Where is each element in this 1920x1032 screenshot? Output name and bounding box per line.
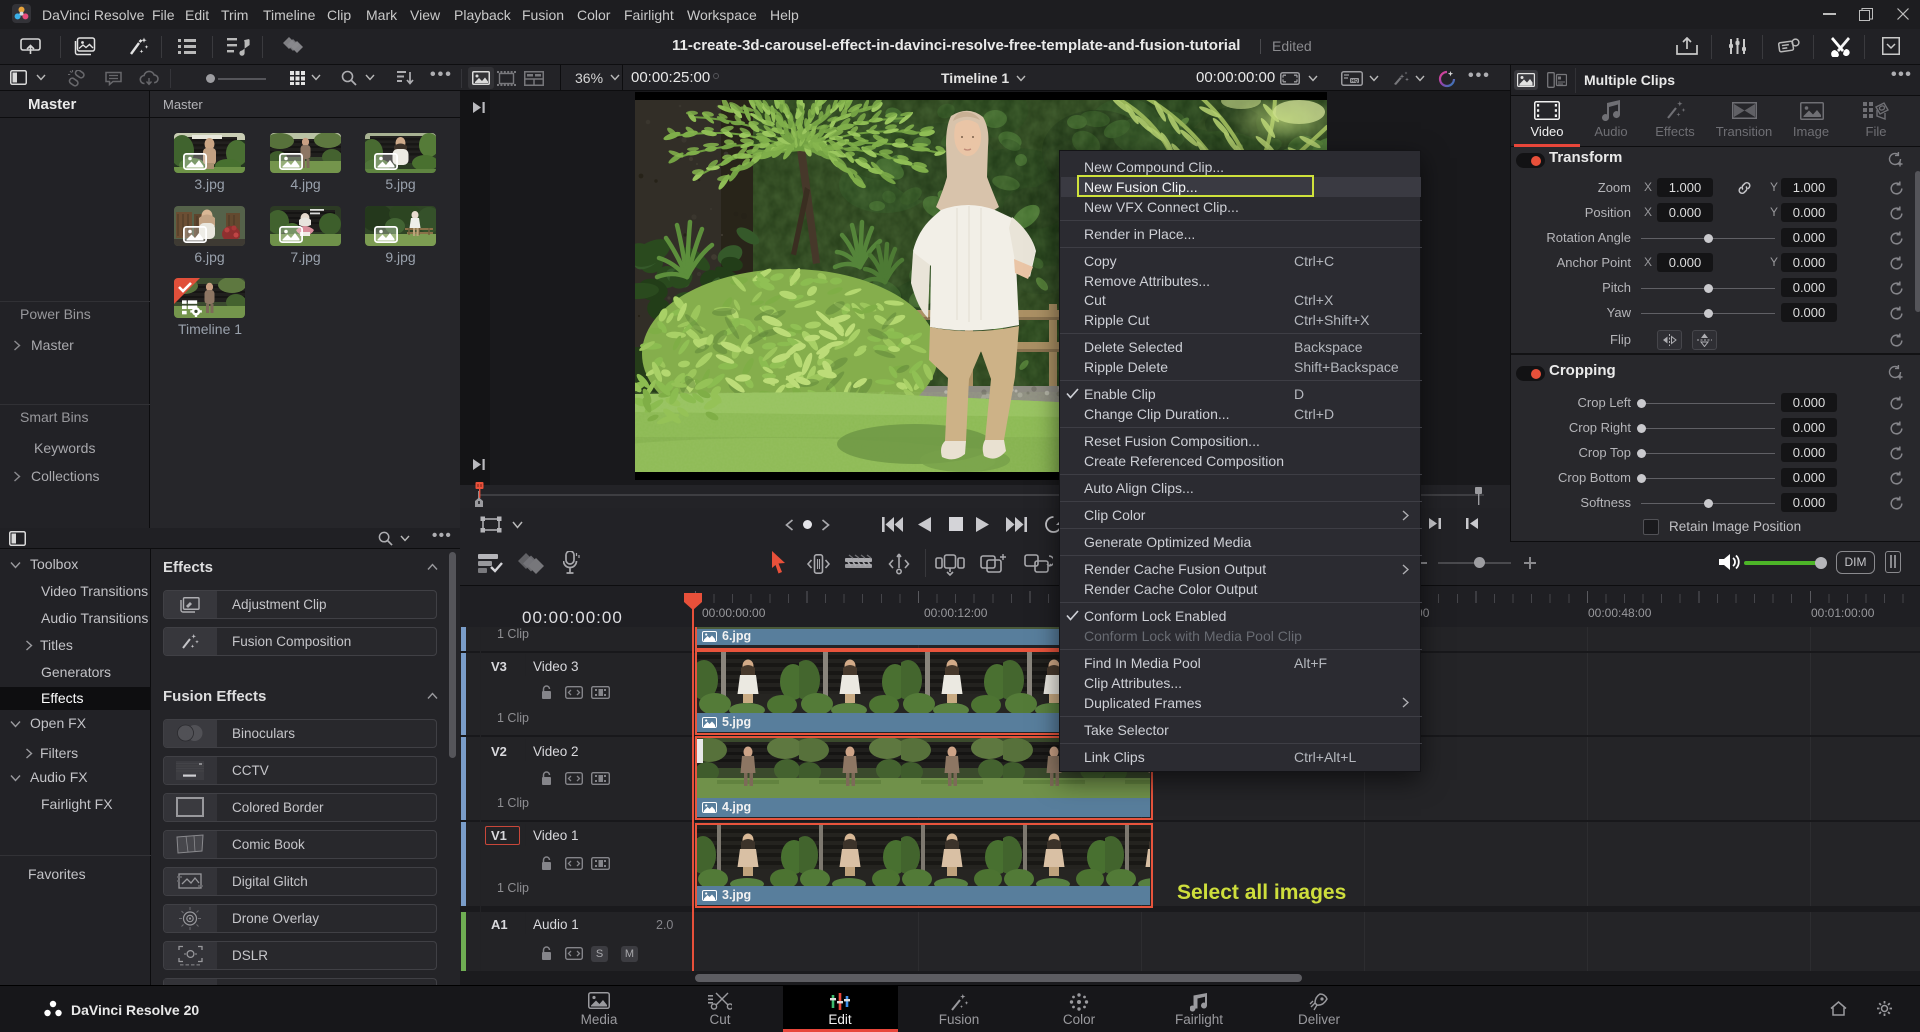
- svg-text:HQ: HQ: [1351, 78, 1358, 83]
